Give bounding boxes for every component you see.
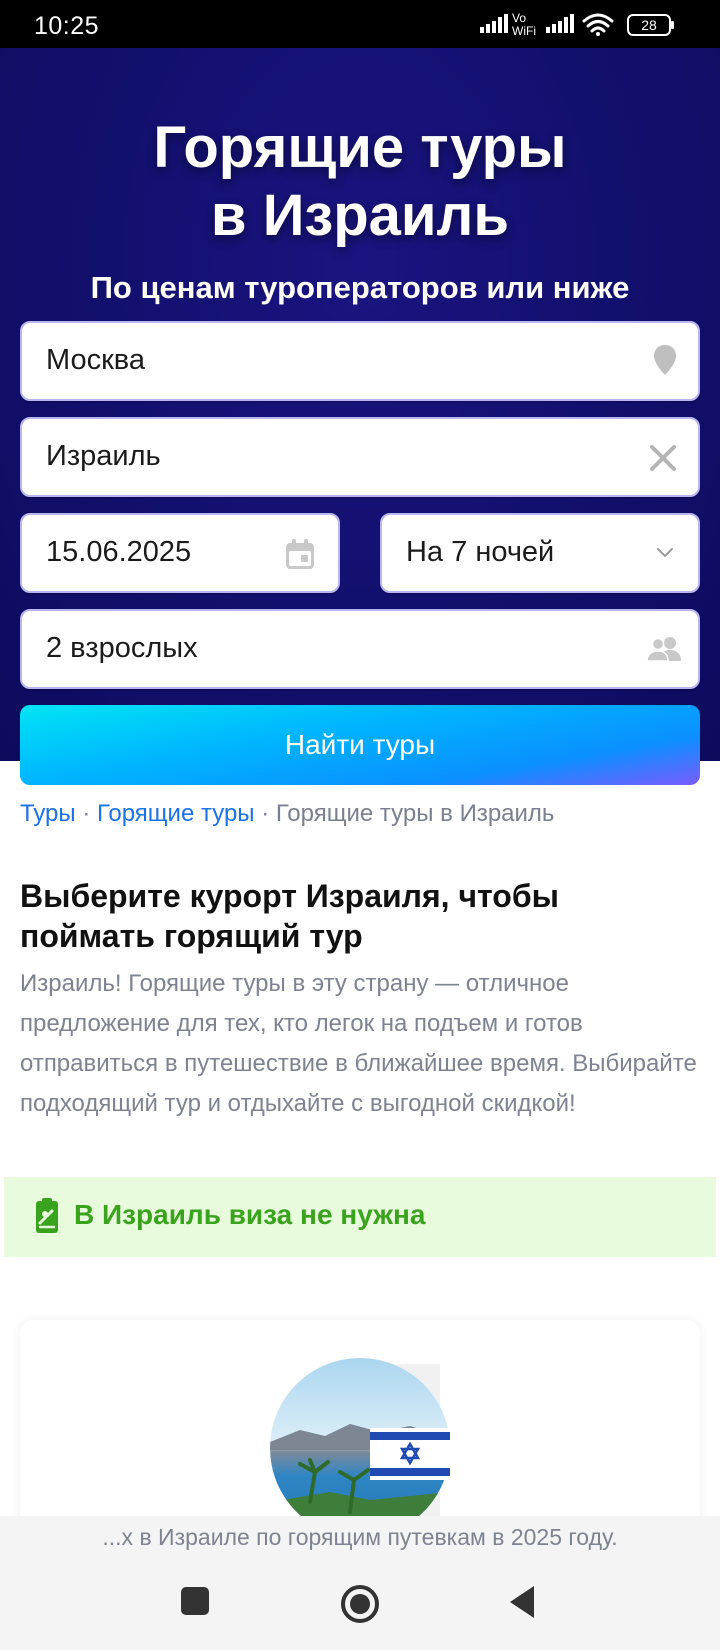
departure-city-field[interactable]: Москва — [20, 321, 700, 401]
visa-notice-text: В Израиль виза не нужна — [74, 1199, 426, 1230]
find-tours-button[interactable]: Найти туры — [20, 705, 700, 785]
section-heading: Выберите курорт Израиля, чтобы поймать г… — [20, 878, 559, 954]
israel-flag-icon — [370, 1428, 450, 1480]
home-icon[interactable] — [340, 1584, 380, 1624]
travelers-value: 2 взрослых — [46, 632, 198, 664]
destination-field[interactable]: Израиль — [20, 417, 700, 497]
bottom-banner-text: ...х в Израиле по горящим путевкам в 202… — [0, 1516, 720, 1566]
breadcrumb-link-hot-tours[interactable]: Горящие туры — [97, 800, 255, 827]
nights-value: На 7 ночей — [406, 536, 555, 568]
signal-icon — [480, 14, 508, 33]
israel-resort-photo — [270, 1358, 450, 1538]
breadcrumb-separator: · — [82, 800, 91, 827]
vowifi-label: Vo — [512, 11, 526, 25]
hero-search-section: Горящие туры в Израиль По ценам туропера… — [0, 48, 720, 785]
signal-icon-2 — [546, 14, 574, 33]
calendar-icon — [286, 539, 314, 569]
clock: 10:25 — [34, 12, 100, 40]
breadcrumb-separator: · — [261, 800, 270, 827]
nights-select[interactable]: На 7 ночей — [380, 513, 700, 593]
visa-notice: В Израиль виза не нужна — [4, 1177, 716, 1257]
wifi-icon — [582, 13, 614, 36]
breadcrumb-link-tours[interactable]: Туры — [20, 800, 76, 827]
section-description: Израиль! Горящие туры в эту страну — отл… — [20, 970, 697, 1117]
breadcrumb-current: Горящие туры в Израиль — [275, 800, 555, 827]
clear-icon[interactable] — [646, 441, 680, 475]
page-title: Горящие туры в Израиль — [153, 115, 567, 248]
passport-icon — [36, 1198, 58, 1233]
date-value: 15.06.2025 — [46, 536, 192, 568]
battery-icon: 28 — [627, 14, 674, 36]
travelers-field[interactable]: 2 взрослых — [20, 609, 700, 689]
system-nav-bar — [0, 1562, 720, 1650]
location-pin-icon — [654, 345, 676, 375]
back-icon[interactable] — [506, 1584, 538, 1620]
recent-apps-icon[interactable] — [180, 1584, 210, 1616]
departure-city-value: Москва — [46, 344, 146, 376]
chevron-down-icon — [657, 548, 673, 558]
date-field[interactable]: 15.06.2025 — [20, 513, 340, 593]
people-icon — [646, 637, 681, 662]
destination-value: Израиль — [46, 440, 161, 472]
status-bar: 10:25 Vo WiFi 28 — [0, 0, 720, 48]
hero-subtitle: По ценам туроператоров или ниже — [90, 270, 630, 305]
svg-text:28: 28 — [641, 17, 657, 33]
svg-text:WiFi: WiFi — [512, 24, 536, 38]
status-icons: Vo WiFi 28 — [480, 11, 674, 38]
breadcrumb: Туры · Горящие туры · Горящие туры в Изр… — [20, 800, 554, 828]
